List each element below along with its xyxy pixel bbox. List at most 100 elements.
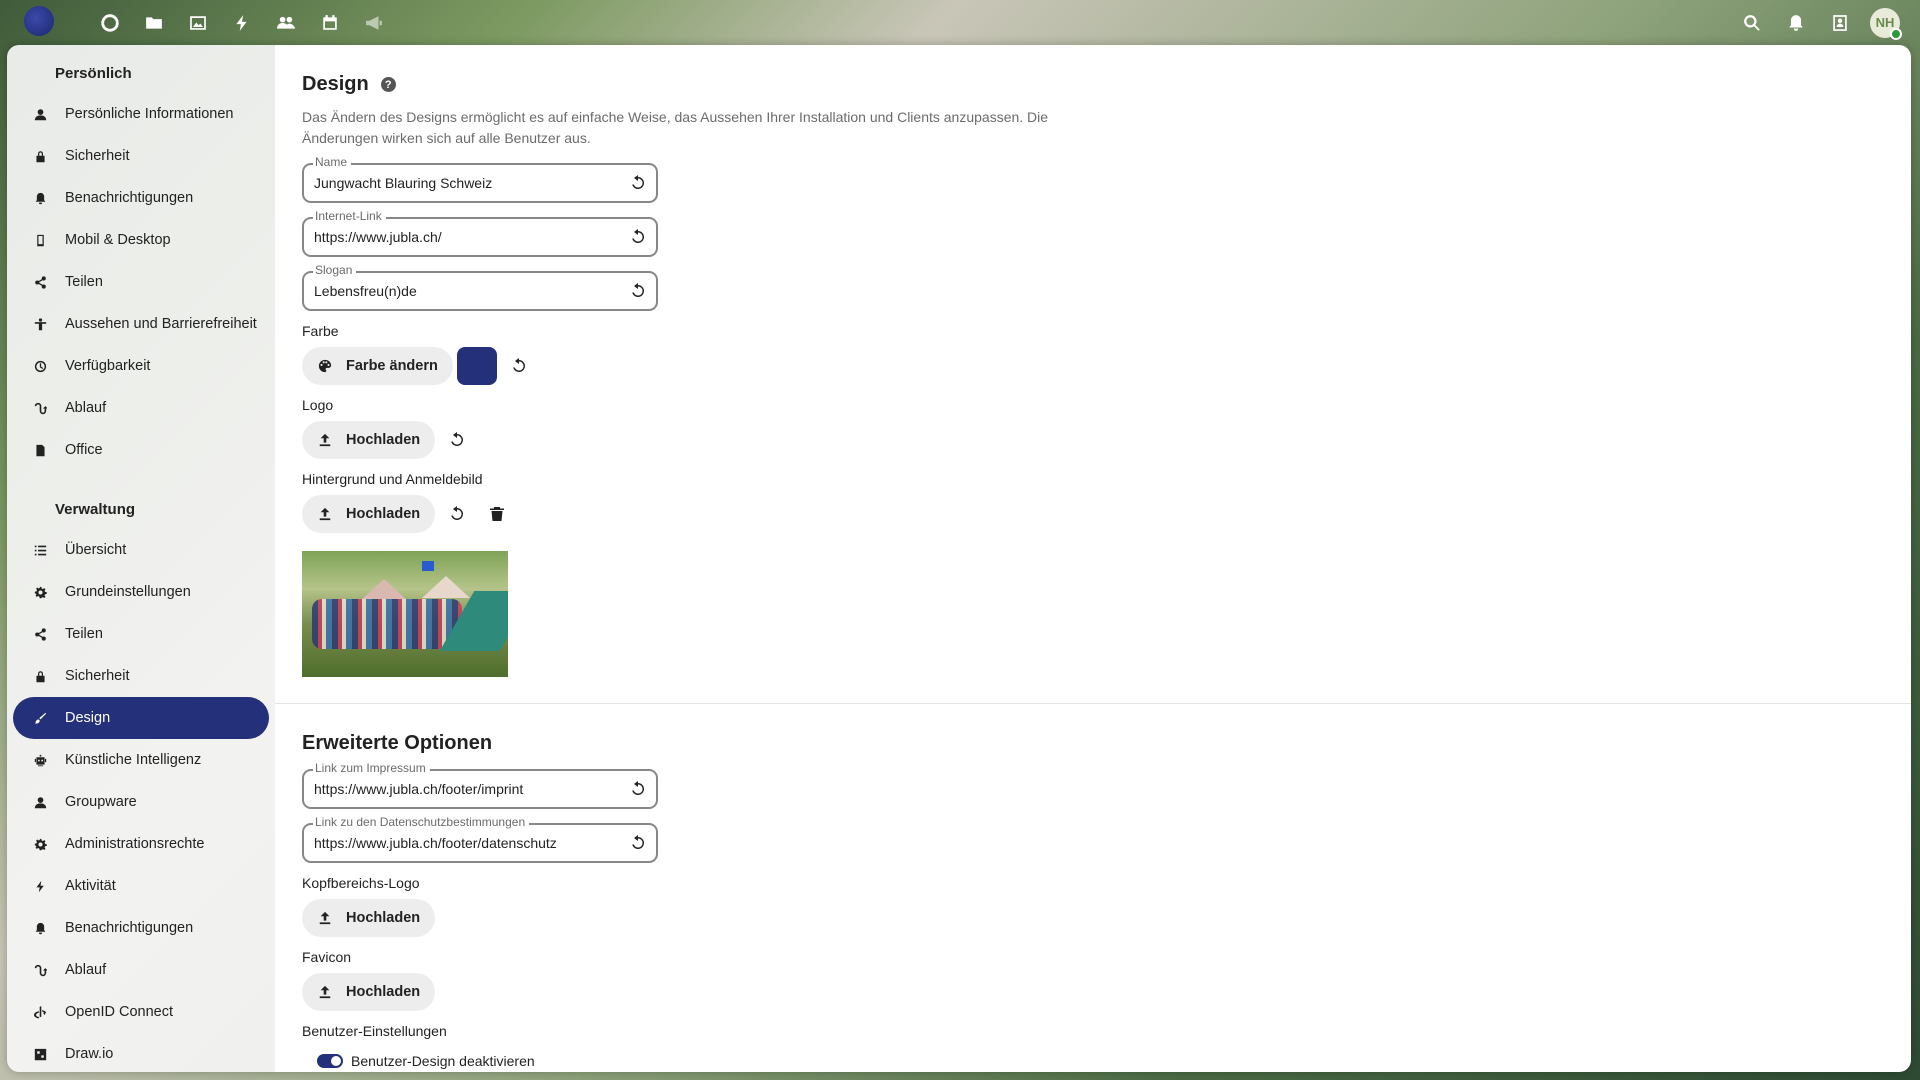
sidebar-item-security[interactable]: Sicherheit	[13, 135, 269, 177]
phone-icon	[33, 233, 47, 247]
color-swatch[interactable]	[456, 347, 497, 385]
name-field[interactable]: Name Jungwacht Blauring Schweiz	[302, 155, 658, 203]
imprint-link-field[interactable]: Link zum Impressum https://www.jubla.ch/…	[302, 761, 658, 809]
sidebar-item-design[interactable]: Design	[13, 697, 269, 739]
design-description: Das Ändern des Designs ermöglicht es auf…	[302, 109, 1049, 146]
change-color-button[interactable]: Farbe ändern	[302, 347, 453, 385]
sidebar-item-label: Ablauf	[65, 400, 107, 416]
privacy-link-value[interactable]: https://www.jubla.ch/footer/datenschutz	[314, 835, 557, 851]
sidebar-item-label: Ablauf	[65, 962, 107, 978]
sidebar-item-notifications[interactable]: Benachrichtigungen	[13, 177, 269, 219]
sidebar-item-overview[interactable]: Übersicht	[13, 529, 269, 571]
undo-icon[interactable]	[501, 348, 537, 384]
sidebar-item-appearance[interactable]: Aussehen und Barrierefreiheit	[13, 303, 269, 345]
privacy-link-field[interactable]: Link zu den Datenschutzbestimmungen http…	[302, 815, 658, 863]
sidebar-item-admin-flow[interactable]: Ablauf	[13, 949, 269, 991]
favicon-upload-button[interactable]: Hochladen	[302, 973, 436, 1011]
dashboard-icon[interactable]	[88, 0, 132, 45]
gear-icon	[33, 585, 47, 599]
sidebar-item-availability[interactable]: Verfügbarkeit	[13, 345, 269, 387]
sidebar-item-mobile-desktop[interactable]: Mobil & Desktop	[13, 219, 269, 261]
undo-icon[interactable]	[630, 781, 646, 797]
undo-icon[interactable]	[630, 283, 646, 299]
disable-user-theme-row[interactable]: Benutzer-Design deaktivieren	[317, 1053, 1911, 1069]
user-settings-label: Benutzer-Einstellungen	[302, 1023, 447, 1039]
background-row: Hochladen	[302, 495, 1911, 533]
sidebar-item-label: OpenID Connect	[65, 1004, 174, 1020]
undo-icon[interactable]	[439, 496, 475, 532]
sidebar-item-label: Verfügbarkeit	[65, 358, 151, 374]
sidebar-item-label: Persönliche Informationen	[65, 106, 234, 122]
design-title: Design	[302, 73, 369, 95]
undo-icon[interactable]	[630, 229, 646, 245]
slogan-field-value[interactable]: Lebensfreu(n)de	[314, 283, 417, 299]
calendar-icon[interactable]	[308, 0, 352, 45]
user-icon	[33, 107, 47, 121]
contacts-icon[interactable]	[264, 0, 308, 45]
sidebar-item-drawio[interactable]: Draw.io	[13, 1033, 269, 1072]
announcements-icon[interactable]	[352, 0, 396, 45]
section-divider	[275, 703, 1911, 704]
sidebar-item-admin-sharing[interactable]: Teilen	[13, 613, 269, 655]
sidebar-item-openid[interactable]: OpenID Connect	[13, 991, 269, 1033]
undo-icon[interactable]	[439, 422, 475, 458]
internet-link-field-value[interactable]: https://www.jubla.ch/	[314, 229, 442, 245]
accessibility-icon	[33, 317, 47, 331]
help-icon[interactable]: ?	[380, 77, 396, 92]
delete-icon[interactable]	[479, 496, 515, 532]
clock-icon	[33, 359, 47, 373]
change-color-label: Farbe ändern	[346, 358, 438, 374]
sidebar-item-label: Benachrichtigungen	[65, 190, 194, 206]
sidebar-item-office[interactable]: Office	[13, 429, 269, 471]
bell-icon	[33, 191, 47, 205]
sidebar-item-personal-info[interactable]: Persönliche Informationen	[13, 93, 269, 135]
upload-icon	[319, 911, 331, 925]
disable-user-theme-label: Benutzer-Design deaktivieren	[351, 1053, 535, 1069]
search-icon[interactable]	[1730, 0, 1774, 45]
sidebar-item-ai[interactable]: Künstliche Intelligenz	[13, 739, 269, 781]
slogan-field[interactable]: Slogan Lebensfreu(n)de	[302, 263, 658, 311]
logo-upload-button[interactable]: Hochladen	[302, 421, 436, 459]
top-header: NH	[0, 0, 1920, 45]
sidebar-item-label: Übersicht	[65, 542, 127, 558]
logo-label: Logo	[302, 397, 334, 413]
background-preview-image	[302, 551, 508, 677]
sidebar-item-flow[interactable]: Ablauf	[13, 387, 269, 429]
notifications-bell-icon[interactable]	[1774, 0, 1818, 45]
nextcloud-logo[interactable]	[24, 6, 54, 36]
files-icon[interactable]	[132, 0, 176, 45]
upload-icon	[319, 985, 331, 999]
sidebar-item-label: Mobil & Desktop	[65, 232, 171, 248]
user-avatar[interactable]: NH	[1870, 7, 1902, 40]
sidebar-item-sharing[interactable]: Teilen	[13, 261, 269, 303]
privacy-link-label: Link zu den Datenschutzbestimmungen	[313, 815, 530, 829]
sidebar-item-basic-settings[interactable]: Grundeinstellungen	[13, 571, 269, 613]
sidebar-item-label: Aussehen und Barrierefreiheit	[65, 316, 257, 332]
disable-user-theme-toggle[interactable]	[317, 1054, 343, 1068]
name-field-label: Name	[313, 155, 352, 169]
sidebar-item-admin-notifications[interactable]: Benachrichtigungen	[13, 907, 269, 949]
header-logo-upload-button[interactable]: Hochladen	[302, 899, 436, 937]
sidebar-item-activity[interactable]: Aktivität	[13, 865, 269, 907]
preview-crowd	[312, 599, 462, 649]
background-upload-label: Hochladen	[346, 506, 421, 522]
undo-icon[interactable]	[630, 835, 646, 851]
background-upload-button[interactable]: Hochladen	[302, 495, 436, 533]
undo-icon[interactable]	[630, 175, 646, 191]
sidebar-item-admin-rights[interactable]: Administrationsrechte	[13, 823, 269, 865]
flow-icon	[33, 401, 47, 415]
online-status-dot	[1890, 27, 1902, 40]
color-row: Farbe ändern	[302, 347, 1911, 385]
internet-link-field-label: Internet-Link	[313, 209, 386, 223]
photos-icon[interactable]	[176, 0, 220, 45]
design-settings-content: Design ? Das Ändern des Designs ermöglic…	[275, 45, 1911, 1072]
name-field-value[interactable]: Jungwacht Blauring Schweiz	[314, 175, 492, 191]
sidebar-item-label: Office	[65, 442, 103, 458]
sidebar-item-admin-security[interactable]: Sicherheit	[13, 655, 269, 697]
contacts-menu-icon[interactable]	[1818, 0, 1862, 45]
sidebar-item-groupware[interactable]: Groupware	[13, 781, 269, 823]
sidebar-item-label: Teilen	[65, 626, 103, 642]
internet-link-field[interactable]: Internet-Link https://www.jubla.ch/	[302, 209, 658, 257]
imprint-link-value[interactable]: https://www.jubla.ch/footer/imprint	[314, 781, 523, 797]
activity-icon[interactable]	[220, 0, 264, 45]
